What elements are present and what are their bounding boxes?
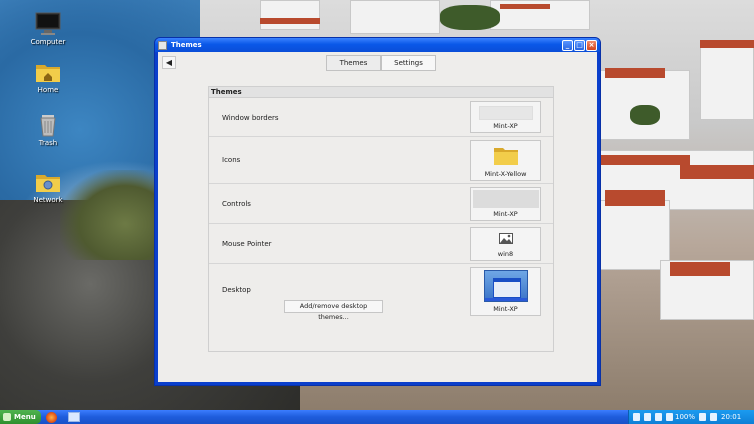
desktop-theme-button[interactable]: Mint-XP xyxy=(470,267,541,316)
row-label: Desktop xyxy=(222,286,251,294)
theme-row-desktop: Desktop Add/remove desktop themes... Min… xyxy=(209,264,553,321)
battery-icon[interactable] xyxy=(666,413,673,421)
row-label: Controls xyxy=(222,200,251,208)
themes-panel: Themes Window borders Mint-XP Icons Mint… xyxy=(208,86,554,352)
trash-icon xyxy=(35,113,61,137)
row-label: Mouse Pointer xyxy=(222,240,272,248)
add-remove-desktop-themes-button[interactable]: Add/remove desktop themes... xyxy=(284,300,383,321)
minimize-button[interactable]: _ xyxy=(562,39,573,51)
user-icon[interactable] xyxy=(633,413,640,421)
taskbar: Menu 100% 20:01 xyxy=(0,410,754,424)
theme-row-icons: Icons Mint-X-Yellow xyxy=(209,137,553,184)
mint-logo-icon xyxy=(3,413,11,421)
window-client-area: ◀ Themes Settings Themes Window borders … xyxy=(158,52,597,382)
desktop-icon-label: Network xyxy=(33,196,63,204)
tab-bar: Themes Settings xyxy=(326,55,436,71)
tab-settings[interactable]: Settings xyxy=(381,55,436,71)
network-icon[interactable] xyxy=(655,413,662,421)
clock[interactable]: 20:01 xyxy=(721,413,741,421)
theme-name: win8 xyxy=(497,250,514,258)
theme-name: Mint-XP xyxy=(493,122,518,130)
row-label: Icons xyxy=(222,156,241,164)
window-titlebar[interactable]: Themes _ □ × xyxy=(155,38,600,52)
desktop-theme-preview xyxy=(483,270,528,302)
themes-app-icon xyxy=(158,40,167,50)
home-folder-icon xyxy=(35,60,61,84)
desktop-icon-label: Trash xyxy=(38,139,58,147)
close-icon: × xyxy=(588,40,595,49)
notification-icon[interactable] xyxy=(699,413,707,421)
desktop-icon-label: Home xyxy=(37,86,59,94)
desktop-icon-network[interactable]: Network xyxy=(18,170,78,204)
back-arrow-icon: ◀ xyxy=(165,58,173,67)
row-label: Window borders xyxy=(222,114,279,122)
window-border-preview xyxy=(478,106,533,120)
taskbar-window-themes[interactable] xyxy=(68,412,80,422)
desktop-icon-label: Computer xyxy=(30,38,66,46)
network-folder-icon xyxy=(35,170,61,194)
mouse-pointer-theme-button[interactable]: win8 xyxy=(470,227,541,261)
volume-icon[interactable] xyxy=(710,413,718,421)
maximize-icon: □ xyxy=(576,40,583,49)
controls-preview xyxy=(472,190,539,208)
desktop-icon-home[interactable]: Home xyxy=(18,60,78,94)
folder-icon xyxy=(493,146,519,166)
battery-percentage: 100% xyxy=(675,413,696,421)
theme-row-window-borders: Window borders Mint-XP xyxy=(209,98,553,137)
theme-name: Mint-XP xyxy=(493,210,518,218)
theme-name: Mint-XP xyxy=(493,305,518,313)
tab-themes[interactable]: Themes xyxy=(326,55,381,71)
window-borders-theme-button[interactable]: Mint-XP xyxy=(470,101,541,133)
firefox-icon[interactable] xyxy=(46,411,57,423)
desktop-icon-trash[interactable]: Trash xyxy=(18,113,78,147)
image-icon xyxy=(498,233,513,244)
system-tray: 100% 20:01 xyxy=(628,410,754,424)
controls-theme-button[interactable]: Mint-XP xyxy=(470,187,541,221)
panel-title: Themes xyxy=(209,87,553,98)
menu-label: Menu xyxy=(14,413,36,421)
theme-row-controls: Controls Mint-XP xyxy=(209,184,553,224)
back-button[interactable]: ◀ xyxy=(162,56,176,69)
theme-name: Mint-X-Yellow xyxy=(484,170,527,178)
desktop-icon-computer[interactable]: Computer xyxy=(18,12,78,46)
themes-window: Themes _ □ × ◀ Themes Settings Themes Wi… xyxy=(154,37,601,386)
close-button[interactable]: × xyxy=(586,39,597,51)
wifi-icon[interactable] xyxy=(644,413,651,421)
computer-icon xyxy=(35,12,61,36)
maximize-button[interactable]: □ xyxy=(574,39,585,51)
theme-row-mouse-pointer: Mouse Pointer win8 xyxy=(209,224,553,264)
icons-theme-button[interactable]: Mint-X-Yellow xyxy=(470,140,541,181)
menu-button[interactable]: Menu xyxy=(0,410,41,424)
window-title: Themes xyxy=(171,41,202,49)
minimize-icon: _ xyxy=(565,40,570,49)
